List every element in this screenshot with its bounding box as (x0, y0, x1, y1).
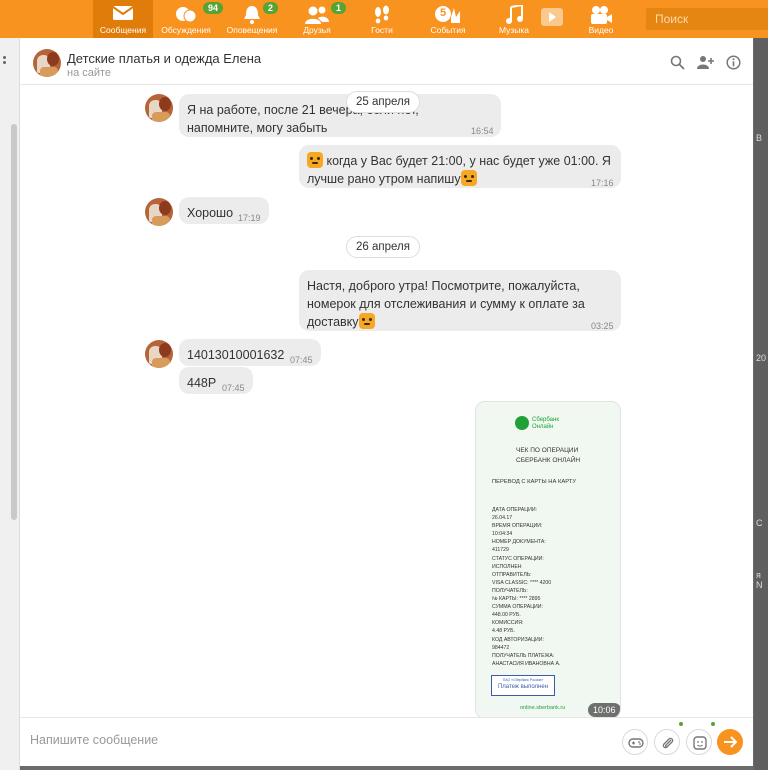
paperclip-icon (662, 737, 674, 749)
nav-label: Друзья (303, 25, 331, 35)
chat-window: Детские платья и одежда Елена на сайте Я… (20, 38, 753, 766)
date-separator: 26 апреля (346, 236, 420, 258)
nav-label: Обсуждения (161, 25, 211, 35)
footprints-icon (375, 5, 389, 24)
message-time: 10:06 (588, 703, 620, 717)
envelope-icon (112, 6, 134, 20)
video-camera-icon (591, 6, 612, 24)
music-note-icon (506, 5, 523, 24)
search-placeholder: Поиск (655, 12, 689, 26)
incoming-message[interactable]: Хорошо 17:19 (179, 197, 269, 224)
sberbank-logo-icon (515, 416, 529, 430)
chat-header: Детские платья и одежда Елена на сайте (20, 38, 753, 85)
nav-label: Сообщения (99, 25, 147, 35)
send-arrow-icon (724, 736, 737, 748)
nav-friends[interactable]: 1 Друзья (287, 0, 347, 38)
receipt-operation: ПЕРЕВОД С КАРТЫ НА КАРТУ (492, 479, 577, 485)
message-text: номерок для отслеживания и сумму к оплат… (307, 297, 585, 311)
friends-icon (305, 6, 329, 24)
nav-label: Музыка (498, 25, 530, 35)
top-navigation-bar: Сообщения 94 Обсуждения 2 Оповещения 1 Д… (0, 0, 768, 38)
status-dot (679, 722, 683, 726)
outgoing-message[interactable]: когда у Вас будет 21:00, у нас будет уже… (299, 145, 621, 188)
nav-guests[interactable]: Гости (352, 0, 412, 38)
nav-discussions[interactable]: 94 Обсуждения (156, 0, 224, 38)
avatar[interactable] (145, 198, 173, 226)
date-separator: 25 апреля (346, 91, 420, 113)
games-button[interactable] (622, 729, 648, 755)
play-icon[interactable] (541, 8, 563, 26)
badge-count: 2 (263, 2, 279, 14)
receipt-image[interactable]: Сбербанк Онлайн ЧЕК ПО ОПЕРАЦИИ СБЕРБАНК… (475, 401, 621, 717)
attach-button[interactable] (654, 729, 680, 755)
search-icon[interactable] (670, 55, 685, 70)
message-text: Хорошо (187, 206, 234, 220)
avatar[interactable] (145, 340, 173, 368)
sticker-button[interactable] (686, 729, 712, 755)
avatar[interactable] (145, 94, 173, 122)
message-text: 14013010001632 (187, 348, 285, 362)
online-status: на сайте (67, 67, 112, 79)
message-text: Я на работе, после 21 вечера, если нет, (187, 103, 419, 117)
message-time: 03:25 (591, 321, 614, 331)
status-dot (711, 722, 715, 726)
message-input[interactable]: Напишите сообщение (30, 733, 158, 747)
message-time: 17:16 (591, 178, 614, 188)
message-text: доставку (307, 315, 359, 329)
nav-music[interactable]: Музыка (484, 0, 544, 38)
message-list[interactable]: Я на работе, после 21 вечера, если нет, … (20, 85, 753, 717)
receipt-site: online.sberbank.ru (520, 705, 566, 711)
left-panel (0, 38, 20, 770)
nav-events[interactable]: 5 События (418, 0, 478, 38)
nav-video[interactable]: Видео (571, 0, 631, 38)
message-text: когда у Вас будет 21:00, у нас будет уже… (326, 154, 611, 168)
receipt-details: ДАТА ОПЕРАЦИИ: 26.04.17 ВРЕМЯ ОПЕРАЦИИ: … (492, 507, 561, 667)
message-time: 07:45 (222, 383, 245, 393)
nav-notifications[interactable]: 2 Оповещения (222, 0, 282, 38)
receipt-heading: ЧЕК ПО ОПЕРАЦИИ (516, 447, 579, 454)
message-time: 07:45 (290, 355, 313, 365)
sberbank-logo-text: Сбербанк Онлайн (532, 417, 559, 430)
left-scrollbar[interactable] (11, 124, 17, 520)
emoji-icon (460, 170, 477, 186)
message-time: 17:19 (238, 213, 261, 223)
badge-count: 1 (331, 2, 347, 14)
discussions-icon (176, 7, 197, 23)
chat-title[interactable]: Детские платья и одежда Елена (67, 51, 261, 66)
incoming-message[interactable]: 448Р 07:45 (179, 367, 253, 394)
send-button[interactable] (717, 729, 743, 755)
receipt-heading: СБЕРБАНК ОНЛАЙН (516, 457, 581, 464)
info-icon[interactable] (726, 55, 741, 70)
add-user-icon[interactable] (697, 55, 714, 70)
message-time: 16:54 (471, 126, 494, 136)
message-text: 448Р (187, 376, 217, 390)
avatar[interactable] (33, 49, 61, 77)
nav-label: Видео (588, 25, 614, 35)
smiley-icon (693, 736, 707, 750)
incoming-message[interactable]: 14013010001632 07:45 (179, 339, 321, 366)
nav-label: Гости (371, 25, 393, 35)
message-text: Настя, доброго утра! Посмотрите, пожалуй… (307, 279, 580, 293)
bell-icon (244, 6, 260, 24)
emoji-icon (307, 152, 323, 168)
outgoing-message[interactable]: Настя, доброго утра! Посмотрите, пожалуй… (299, 270, 621, 331)
message-text: лучше рано утром напишу (307, 172, 461, 186)
message-composer: Напишите сообщение (20, 717, 753, 766)
nav-messages[interactable]: Сообщения (93, 0, 153, 38)
nav-label: Оповещения (226, 25, 278, 35)
nav-label: События (430, 25, 466, 35)
more-dots-icon[interactable] (3, 56, 7, 70)
message-text: напомните, могу забыть (187, 121, 328, 135)
incoming-message[interactable]: Я на работе, после 21 вечера, если нет, … (179, 94, 501, 137)
events-icon (435, 6, 460, 23)
badge-count: 94 (203, 2, 224, 14)
search-input[interactable]: Поиск (646, 8, 768, 30)
emoji-icon (358, 313, 375, 329)
gamepad-icon (628, 738, 644, 748)
payment-stamp: ПАО «Сбербанк России» Платеж выполнен (491, 675, 555, 696)
events-count: 5 (440, 7, 447, 19)
right-background-panel: В 20 С я N (748, 38, 768, 770)
